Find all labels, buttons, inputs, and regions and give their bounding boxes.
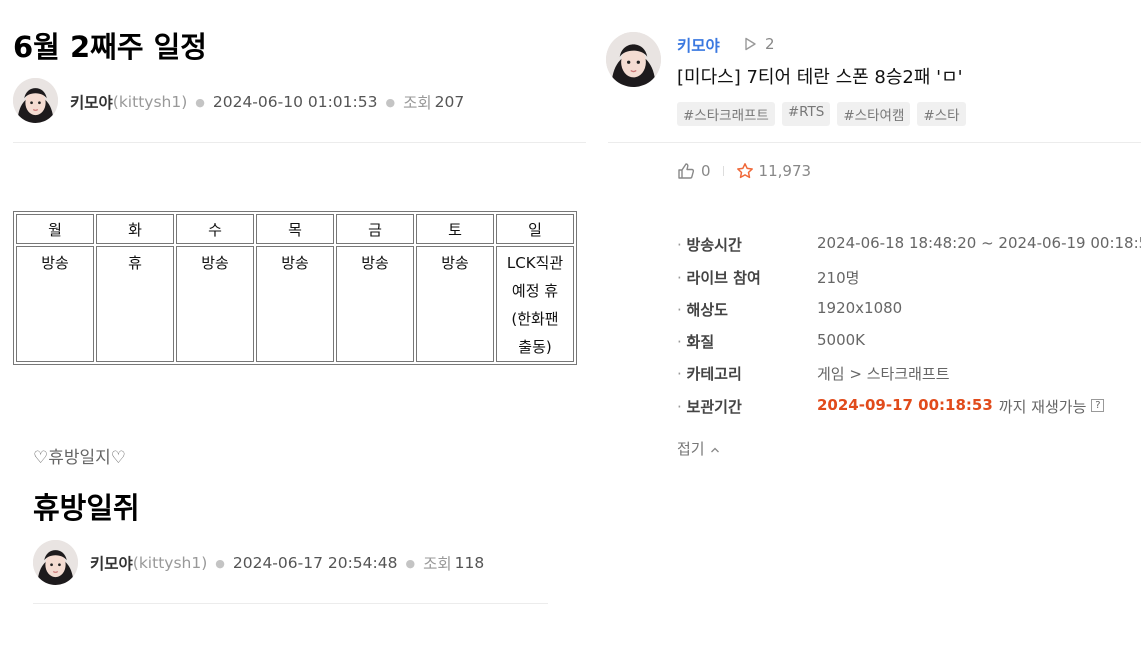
info-label: 해상도 xyxy=(677,299,817,320)
info-row-broadcast-time: 방송시간 2024-06-18 18:48:20 ~ 2024-06-19 00… xyxy=(677,234,1141,255)
tag-list: #스타크래프트 #RTS #스타여캠 #스타 xyxy=(677,102,966,126)
info-label: 방송시간 xyxy=(677,234,817,255)
views-count: 207 xyxy=(434,93,465,111)
divider xyxy=(13,142,586,143)
info-label: 카테고리 xyxy=(677,363,817,384)
separator-dot: ● xyxy=(385,95,396,109)
author-nickname[interactable]: 키모야 xyxy=(90,552,133,574)
day-cell: 일 xyxy=(496,214,574,244)
day-cell: 화 xyxy=(96,214,174,244)
day-cell: 월 xyxy=(16,214,94,244)
day-cell: 금 xyxy=(336,214,414,244)
fold-label: 접기 xyxy=(677,440,705,458)
post-title[interactable]: 6월 2째주 일정 xyxy=(13,24,207,66)
info-row-live-participants: 라이브 참여 210명 xyxy=(677,267,860,288)
like-count: 0 xyxy=(701,162,711,180)
retention-suffix: 까지 재생가능 xyxy=(998,398,1087,416)
separator xyxy=(722,166,724,176)
day-cell: 목 xyxy=(256,214,334,244)
status-cell-sunday: LCK직관 예정 휴 (한화팬 출동) xyxy=(496,246,574,362)
schedule-status-row: 방송 휴 방송 방송 방송 방송 LCK직관 예정 휴 (한화팬 출동) xyxy=(16,246,574,362)
info-value: 5000K xyxy=(817,331,866,349)
fold-button[interactable]: 접기 xyxy=(677,438,720,459)
author-nickname[interactable]: 키모야 xyxy=(70,91,113,113)
avatar[interactable] xyxy=(33,540,78,585)
info-value[interactable]: 게임 > 스타크래프트 xyxy=(817,363,950,384)
retention-date: 2024-09-17 00:18:53 xyxy=(817,396,993,414)
favorite-count: 11,973 xyxy=(758,162,812,180)
info-row-resolution: 해상도 1920x1080 xyxy=(677,299,903,320)
star-icon[interactable] xyxy=(736,162,754,180)
info-value: 2024-06-18 18:48:20 ~ 2024-06-19 00:18:5… xyxy=(817,234,1141,252)
status-cell: 방송 xyxy=(256,246,334,362)
divider xyxy=(33,603,548,604)
status-cell: 방송 xyxy=(16,246,94,362)
tag[interactable]: #스타크래프트 xyxy=(677,102,775,126)
vod-title[interactable]: [미다스] 7티어 테란 스폰 8승2패 'ㅁ' xyxy=(677,63,963,89)
status-cell: 휴 xyxy=(96,246,174,362)
info-row-retention: 보관기간 2024-09-17 00:18:53 까지 재생가능 ? xyxy=(677,396,1105,417)
day-cell: 수 xyxy=(176,214,254,244)
sunday-line: LCK직관 xyxy=(506,254,564,272)
thumbs-up-icon[interactable] xyxy=(677,162,695,180)
avatar[interactable] xyxy=(13,78,58,123)
author-id: (kittysh1) xyxy=(132,554,208,572)
post-meta: 키모야 (kittysh1) ● 2024-06-17 20:54:48 ● 조… xyxy=(90,552,484,574)
schedule-table: 월 화 수 목 금 토 일 방송 휴 방송 방송 방송 방송 LCK직관 예정 … xyxy=(13,211,577,365)
post-subtitle: ♡휴방일지♡ xyxy=(33,448,127,468)
separator-dot: ● xyxy=(405,556,416,570)
info-row-category: 카테고리 게임 > 스타크래프트 xyxy=(677,363,950,384)
info-value: 210명 xyxy=(817,269,860,287)
post-meta: 키모야 (kittysh1) ● 2024-06-10 01:01:53 ● 조… xyxy=(70,91,464,113)
post-title[interactable]: 휴방일쥐 xyxy=(33,485,140,527)
reaction-row: 0 11,973 xyxy=(677,162,811,180)
status-cell: 방송 xyxy=(336,246,414,362)
sunday-line: 예정 휴 xyxy=(511,282,559,300)
separator-dot: ● xyxy=(215,556,225,570)
schedule-day-row: 월 화 수 목 금 토 일 xyxy=(16,214,574,244)
chevron-up-icon xyxy=(710,440,720,458)
post-date: 2024-06-10 01:01:53 xyxy=(212,93,378,111)
play-icon xyxy=(744,36,757,55)
info-value: 1920x1080 xyxy=(817,299,903,317)
post-date: 2024-06-17 20:54:48 xyxy=(232,554,398,572)
tag[interactable]: #스타여캠 xyxy=(837,102,911,126)
day-cell: 토 xyxy=(416,214,494,244)
info-label: 보관기간 xyxy=(677,396,817,417)
sunday-line: (한화팬 xyxy=(511,310,559,328)
streamer-avatar[interactable] xyxy=(606,32,661,87)
play-count: 2 xyxy=(765,35,775,53)
info-label: 화질 xyxy=(677,331,817,352)
separator-dot: ● xyxy=(195,95,205,109)
tag[interactable]: #스타 xyxy=(917,102,966,126)
help-icon[interactable]: ? xyxy=(1091,399,1105,412)
status-cell: 방송 xyxy=(176,246,254,362)
divider xyxy=(608,142,1141,143)
info-label: 라이브 참여 xyxy=(677,267,817,288)
views-count: 118 xyxy=(454,554,485,572)
streamer-nickname[interactable]: 키모야 xyxy=(677,34,720,56)
sunday-line: 출동) xyxy=(518,338,552,356)
views-label: 조회 xyxy=(403,94,432,112)
info-row-quality: 화질 5000K xyxy=(677,331,865,352)
author-id: (kittysh1) xyxy=(112,93,188,111)
tag[interactable]: #RTS xyxy=(781,102,831,126)
status-cell: 방송 xyxy=(416,246,494,362)
views-label: 조회 xyxy=(423,555,452,573)
